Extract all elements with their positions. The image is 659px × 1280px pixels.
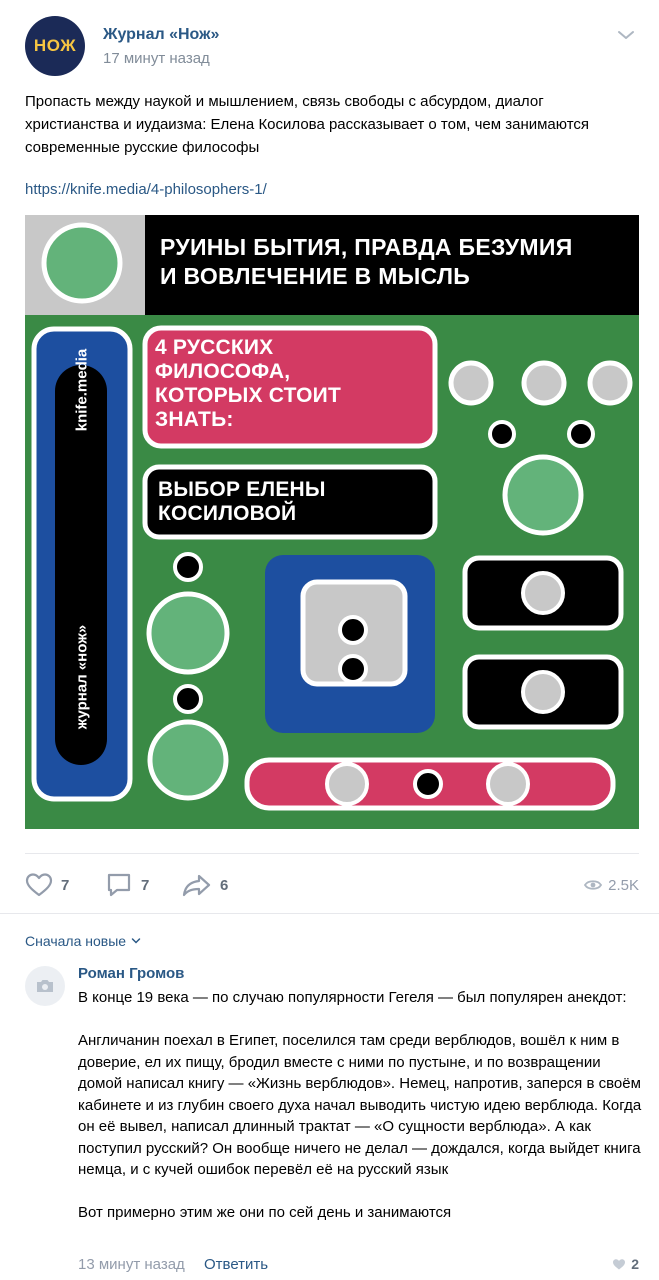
- camera-icon: [37, 980, 53, 992]
- poster-vertical-brand: журнал «нож»: [73, 624, 91, 730]
- comment-icon: [107, 873, 131, 897]
- avatar-logo-text: НОЖ: [33, 36, 77, 55]
- eye-icon: [584, 880, 603, 890]
- poster-title-line: И ВОВЛЕЧЕНИЕ В МЫСЛЬ: [160, 263, 471, 289]
- comment-like-button[interactable]: 2: [612, 1256, 639, 1272]
- comment-like-count: 2: [631, 1256, 639, 1272]
- sort-label: Сначала новые: [25, 933, 127, 949]
- comment-button[interactable]: 7: [105, 870, 149, 900]
- share-button[interactable]: 6: [182, 870, 228, 900]
- post-image[interactable]: РУИНЫ БЫТИЯ, ПРАВДА БЕЗУМИЯ И ВОВЛЕЧЕНИЕ…: [25, 215, 639, 829]
- comments-sort[interactable]: Сначала новые: [25, 933, 141, 949]
- poster-black-text: ВЫБОР ЕЛЕНЫ КОСИЛОВОЙ: [158, 478, 326, 526]
- section-divider: [0, 913, 659, 914]
- comment-author[interactable]: Роман Громов: [78, 965, 184, 982]
- like-count: 7: [61, 876, 70, 894]
- post-text: Пропасть между наукой и мышлением, связь…: [25, 93, 590, 156]
- poster-pink-text: 4 РУССКИХ ФИЛОСОФА, КОТОРЫХ СТОИТ ЗНАТЬ:: [155, 336, 341, 432]
- poster-pink-line: ЗНАТЬ:: [155, 408, 234, 431]
- poster-pink-line: ФИЛОСОФА,: [155, 360, 291, 383]
- reply-button[interactable]: Ответить: [204, 1256, 268, 1273]
- commenter-avatar[interactable]: [25, 966, 65, 1006]
- like-button[interactable]: 7: [25, 870, 69, 900]
- chevron-down-icon: [131, 938, 141, 944]
- poster-graphic: [25, 215, 639, 829]
- heart-icon: [25, 873, 53, 897]
- post-link[interactable]: https://knife.media/4-philosophers-1/: [25, 181, 267, 198]
- views-counter: 2.5K: [584, 870, 639, 900]
- share-count: 6: [220, 876, 229, 894]
- heart-icon: [613, 1258, 626, 1269]
- post-header: НОЖ Журнал «Нож» 17 минут назад: [25, 16, 640, 76]
- post-time[interactable]: 17 минут назад: [103, 50, 210, 67]
- comment-time[interactable]: 13 минут назад: [78, 1256, 185, 1273]
- community-avatar[interactable]: НОЖ: [25, 16, 85, 76]
- poster-vertical-site: knife.media: [73, 348, 91, 432]
- divider: [25, 853, 639, 854]
- poster-pink-line: КОТОРЫХ СТОИТ: [155, 384, 342, 407]
- poster-pink-line: 4 РУССКИХ: [155, 336, 274, 359]
- chevron-down-icon[interactable]: [616, 28, 636, 42]
- poster-black-line: КОСИЛОВОЙ: [158, 502, 297, 525]
- poster-black-line: ВЫБОР ЕЛЕНЫ: [158, 478, 326, 501]
- comment-count: 7: [141, 876, 150, 894]
- post-author[interactable]: Журнал «Нож»: [103, 26, 219, 44]
- post-actions: 7 7 6 2.5K: [25, 870, 639, 900]
- poster-title-line: РУИНЫ БЫТИЯ, ПРАВДА БЕЗУМИЯ: [160, 234, 573, 260]
- comment-text: В конце 19 века — по случаю популярности…: [78, 989, 642, 1221]
- view-count: 2.5K: [608, 876, 639, 894]
- poster-title: РУИНЫ БЫТИЯ, ПРАВДА БЕЗУМИЯ И ВОВЛЕЧЕНИЕ…: [160, 233, 573, 291]
- share-icon: [182, 874, 211, 897]
